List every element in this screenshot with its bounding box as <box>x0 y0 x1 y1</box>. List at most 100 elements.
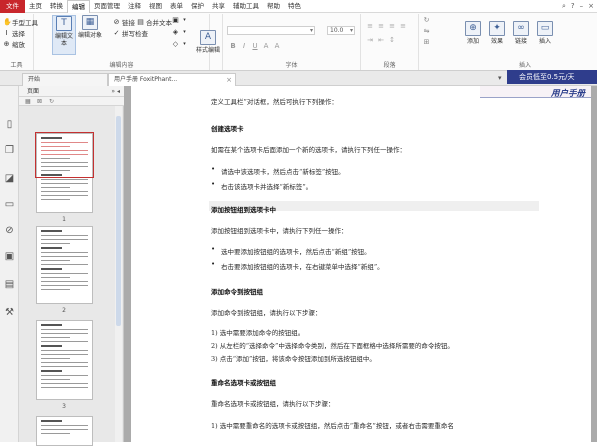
section-heading: 创建选项卡 <box>211 125 244 133</box>
minimize-icon[interactable]: – <box>580 0 584 13</box>
menu-tab-8[interactable]: 共享 <box>208 0 229 13</box>
page-thumbnail-3[interactable] <box>36 320 93 400</box>
tab-list-dropdown-icon[interactable]: ▾ <box>498 74 502 82</box>
expand-panel-icon[interactable]: » <box>111 88 115 95</box>
insert-icon: ▭ <box>537 21 553 36</box>
edit-object-button[interactable]: ▦ 编辑对象 <box>78 15 102 39</box>
align-left-icon[interactable]: ≡ <box>366 22 374 30</box>
line-spacing-icon[interactable]: ↕ <box>388 36 396 44</box>
tools-group: ✋ 手型工具 I 选择 ⊕ 缩放 工具 <box>0 14 38 70</box>
thumbnails-scrollbar[interactable] <box>115 106 122 442</box>
menu-tab-6[interactable]: 表单 <box>166 0 187 13</box>
shape-tool-button[interactable]: ▣ ▾ <box>172 17 188 24</box>
layers-panel-icon[interactable]: ◪ <box>3 172 16 185</box>
bold-button[interactable]: B <box>229 42 237 50</box>
zoom-tool-button[interactable]: ⊕ 缩放 <box>3 39 25 49</box>
menu-tab-4[interactable]: 注释 <box>124 0 145 13</box>
section-heading: 添加按钮组到选项卡中 <box>211 206 276 214</box>
color-tool-button[interactable]: ◈ ▾ <box>172 29 188 36</box>
tab-user-manual[interactable]: 用户手册 FoxitPhant... × <box>108 73 236 86</box>
insert-group-label: 插入 <box>519 62 532 69</box>
text-color-button[interactable]: A <box>262 42 270 50</box>
paragraph-buttons-row2: ⇥ ⇤ ↕ <box>366 36 396 44</box>
insert-link-button[interactable]: ∞ 链接 <box>509 21 533 45</box>
menu-file[interactable]: 文件 <box>0 0 25 13</box>
current-page-indicator <box>35 132 94 178</box>
font-size-select[interactable]: 10.0 <box>327 26 355 35</box>
dropdown-arrow-icon: ▾ <box>183 29 186 35</box>
page-number-3: 3 <box>62 403 66 410</box>
menu-tab-9[interactable]: 辅助工具 <box>229 0 263 13</box>
paragraph-buttons-row1: ≡ ≡ ≡ ≡ <box>366 22 407 30</box>
effect-button[interactable]: ✦ 效果 <box>485 21 509 45</box>
menu-tab-0[interactable]: 主页 <box>25 0 46 13</box>
menu-tab-5[interactable]: 视图 <box>145 0 166 13</box>
section-heading: 重命名选项卡或按钮组 <box>211 379 276 387</box>
close-icon[interactable]: × <box>588 0 594 13</box>
image-icon: ▣ <box>172 16 179 24</box>
outdent-icon[interactable]: ⇤ <box>377 36 385 44</box>
page-thumbnail-2[interactable] <box>36 226 93 304</box>
document-page[interactable]: 用户手册 定义工具栏”对话框，然后可执行下列操作： 创建选项卡 如需在某个选项卡后面… <box>131 86 591 442</box>
thumb-delete-icon[interactable]: ⊠ <box>37 97 42 106</box>
bookmarks-panel-icon[interactable]: ❐ <box>3 144 16 157</box>
flip-button[interactable]: ⇋ <box>423 28 430 35</box>
clip-tool-button[interactable]: ◇ ▾ <box>172 41 188 48</box>
menu-tab-2[interactable]: 编辑 <box>67 0 90 13</box>
style-edit-button[interactable]: A 样式编辑 <box>196 30 220 54</box>
paragraph-group-label: 段落 <box>383 62 396 69</box>
menu-tab-1[interactable]: 转换 <box>46 0 67 13</box>
security-panel-icon[interactable]: ▣ <box>3 250 16 263</box>
menu-tab-11[interactable]: 特色 <box>284 0 305 13</box>
vip-banner[interactable]: 会员低至0.5元/天 <box>507 70 597 84</box>
hand-tool-button[interactable]: ✋ 手型工具 <box>3 17 38 27</box>
body-text-line: 1) 选中需要重命名的选项卡或按钮组，然后点击“重命名”按钮，或者右击需要重命名 <box>211 422 454 430</box>
insert-group: ↻ ⇋ ⊞ ⊕ 添加 ✦ 效果 ∞ 链接 ▭ 插入 插入 <box>419 14 597 70</box>
spell-check-button[interactable]: ✓ 拼写检查 <box>113 28 148 38</box>
body-text-line: 3) 点击“添加”按钮，将该命令按钮添加到所选按钮组中。 <box>211 355 376 363</box>
tools-panel-icon[interactable]: ⚒ <box>3 306 16 319</box>
edit-object-icon: ▦ <box>82 15 98 30</box>
thumbnails-toolbar: ▦ ⊠ ↻ <box>19 97 124 106</box>
menu-tab-10[interactable]: 帮助 <box>263 0 284 13</box>
font-group: 10.0 B I U A A 字体 <box>223 14 361 70</box>
justify-icon[interactable]: ≡ <box>399 22 407 30</box>
merge-text-button[interactable]: ▤ 合并文本 <box>137 17 172 27</box>
document-view[interactable]: 用户手册 定义工具栏”对话框，然后可执行下列操作： 创建选项卡 如需在某个选项卡后面… <box>124 86 597 442</box>
indent-icon[interactable]: ⇥ <box>366 36 374 44</box>
font-group-label: 字体 <box>285 62 298 69</box>
add-button[interactable]: ⊕ 添加 <box>461 21 485 45</box>
rotate-button[interactable]: ↻ <box>423 17 430 24</box>
panel-controls: » ◂ <box>111 86 120 97</box>
thumb-rotate-icon[interactable]: ↻ <box>49 97 54 106</box>
tab-start[interactable]: 开始 <box>22 73 108 86</box>
body-text-line: 添加命令到按钮组，请执行以下步骤： <box>211 309 322 317</box>
collapse-panel-icon[interactable]: ◂ <box>117 88 120 95</box>
select-tool-button[interactable]: I 选择 <box>3 28 25 38</box>
align-center-icon[interactable]: ≡ <box>377 22 385 30</box>
link-button[interactable]: ⊘ 链接 <box>113 17 135 27</box>
pages-panel-icon[interactable]: ▯ <box>3 118 16 131</box>
italic-button[interactable]: I <box>240 42 248 50</box>
search-icon[interactable]: ⌕ <box>562 0 566 13</box>
thumbnails-scroll-thumb[interactable] <box>116 116 121 326</box>
comments-panel-icon[interactable]: ▭ <box>3 198 16 211</box>
menu-bar: 文件 主页 转换 编辑 页面管理 注释 视图 表单 保护 共享 辅助工具 帮助 特色 ⌕ ? – × <box>0 0 597 13</box>
attachments-panel-icon[interactable]: ⊘ <box>3 224 16 237</box>
thumb-option-icon[interactable]: ▦ <box>25 97 31 106</box>
body-text-line: 如需在某个选项卡后面添加一个新的选项卡，请执行下列任一操作： <box>211 146 406 154</box>
signature-panel-icon[interactable]: ▤ <box>3 278 16 291</box>
edit-text-button[interactable]: T 编辑文本 <box>52 15 76 55</box>
menu-tab-7[interactable]: 保护 <box>187 0 208 13</box>
underline-button[interactable]: U <box>251 42 259 50</box>
align-objects-button[interactable]: ⊞ <box>423 39 430 46</box>
help-icon[interactable]: ? <box>571 0 575 13</box>
font-family-select[interactable] <box>227 26 315 35</box>
close-tab-icon[interactable]: × <box>226 74 232 86</box>
page-number-2: 2 <box>62 307 66 314</box>
align-right-icon[interactable]: ≡ <box>388 22 396 30</box>
insert-button[interactable]: ▭ 插入 <box>533 21 557 45</box>
highlight-button[interactable]: A <box>273 42 281 50</box>
ribbon: ✋ 手型工具 I 选择 ⊕ 缩放 工具 T 编辑文本 ▦ 编辑对象 ⊘ 链接 ▤ 合并文本… <box>0 13 597 71</box>
menu-tab-3[interactable]: 页面管理 <box>90 0 124 13</box>
